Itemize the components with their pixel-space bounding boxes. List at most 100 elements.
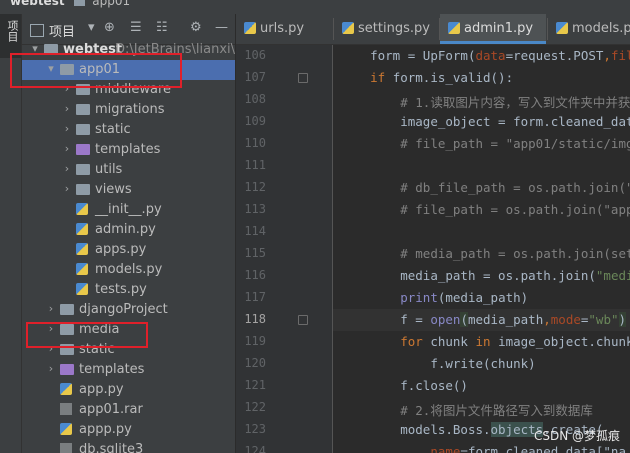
tree-item[interactable]: › templates [22,360,235,380]
code-line[interactable]: media_path = os.path.join("media [340,268,630,283]
tree-item[interactable]: db.sqlite3 [22,440,235,453]
code-line[interactable]: form = UpForm(data=request.POST,file [340,48,630,63]
chevron-right-icon[interactable]: › [46,362,56,375]
tree-item-label: static [79,342,115,357]
chevron-down-icon[interactable]: ▾ [46,62,56,75]
chevron-right-icon[interactable]: › [62,182,72,195]
chevron-right-icon[interactable]: › [62,142,72,155]
tree-item-label: static [95,122,131,137]
code-line[interactable]: # 2.将图片文件路径写入到数据库 [340,400,593,419]
code-line[interactable]: # file_path = "app01/static/img/ [340,136,630,151]
code-token: "media [595,268,630,283]
tree-item[interactable]: › static [22,120,235,140]
tree-item-label: views [95,182,132,197]
project-tool-window: 项目 ▾ ⊕ ☰ ☷ ⚙ — ▾ webtest D:\JetBrains\lian… [22,14,235,453]
folder-icon [60,304,74,315]
gear-icon[interactable]: ⚙ [190,20,202,35]
tree-item[interactable]: models.py [22,260,235,280]
fold-icon[interactable] [298,73,308,83]
python-file-icon [76,283,88,295]
tree-item[interactable]: › views [22,180,235,200]
editor-tab[interactable]: urls.py [236,14,332,44]
tree-item[interactable]: __init__.py [22,200,235,220]
editor-tab[interactable]: settings.py [334,14,438,44]
code-line[interactable]: name=form.cleaned_data["na [340,444,626,453]
code-token: f = [400,312,431,327]
editor-tab-label: models.py [572,21,630,36]
chevron-down-icon[interactable]: ▾ [88,20,95,35]
tree-item[interactable]: › media [22,320,235,340]
tree-item[interactable]: › migrations [22,100,235,120]
tree-item[interactable]: apps.py [22,240,235,260]
tree-item[interactable]: admin.py [22,220,235,240]
project-side-tab[interactable]: 项目 [0,14,21,58]
minimize-icon[interactable]: — [215,20,228,35]
chevron-down-icon[interactable]: ▾ [30,42,40,55]
code-line[interactable]: f = open(media_path,mode="wb") [340,312,627,327]
code-line[interactable]: image_object = form.cleaned_data [340,114,630,129]
code-token: f.write(chunk) [430,356,536,371]
code-line[interactable]: for chunk in image_object.chunks [340,334,630,349]
editor-tab[interactable]: admin1.py [440,14,546,44]
tree-item[interactable]: › templates [22,140,235,160]
chevron-right-icon[interactable]: › [62,82,72,95]
code-line[interactable]: # media_path = os.path.join(setti [340,246,630,261]
tree-item[interactable]: ▾ webtest D:\JetBrains\lianxi\w [22,40,235,60]
chevron-right-icon[interactable]: › [62,162,72,175]
code-token: media_path [467,312,544,327]
tree-item[interactable]: app01.rar [22,400,235,420]
python-file-icon [244,22,256,34]
chevron-right-icon[interactable]: › [46,302,56,315]
folder-icon [76,104,90,115]
line-number: 107 [244,70,266,84]
file-icon [60,443,72,453]
tree-item[interactable]: tests.py [22,280,235,300]
tree-item-label: templates [95,142,161,157]
tree-item[interactable]: ▾ app01 [22,60,235,80]
code-line[interactable]: if form.is_valid(): [340,70,513,85]
code-token: chunk [430,334,476,349]
tree-item[interactable]: › middleware [22,80,235,100]
editor-tab[interactable]: models.py [548,14,630,44]
breadcrumb-project[interactable]: webtest [10,0,65,8]
chevron-right-icon[interactable]: › [46,322,56,335]
code-line[interactable]: f.write(chunk) [340,356,536,371]
python-file-icon [76,243,88,255]
code-line[interactable]: # db_file_path = os.path.join("st [340,180,630,195]
folder-icon [76,124,90,135]
breakpoint-area-icon[interactable] [298,315,308,325]
editor-tab-label: urls.py [260,21,305,36]
tree-item[interactable]: › djangoProject [22,300,235,320]
code-token: form.is_valid(): [392,70,514,85]
code-line[interactable]: # file_path = os.path.join("app0 [340,202,630,217]
tree-item[interactable]: › utils [22,160,235,180]
python-file-icon [556,22,568,34]
tree-item[interactable]: › static [22,340,235,360]
target-icon[interactable]: ⊕ [104,20,115,35]
breadcrumb-folder[interactable]: app01 [92,0,130,8]
tree-item[interactable]: app.py [22,380,235,400]
code-line[interactable]: # 1.读取图片内容，写入到文件夹中并获取文 [340,92,630,111]
templates-folder-icon [60,364,74,375]
code-line[interactable]: f.close() [340,378,468,393]
code-token: (media_path) [437,290,529,305]
tree-item[interactable]: appp.py [22,420,235,440]
chevron-right-icon[interactable]: › [46,342,56,355]
watermark: CSDN @梦孤痕 [533,429,620,443]
collapse-all-icon[interactable]: ☰ [130,20,142,35]
project-view-selector[interactable]: 项目 [30,21,75,40]
code-line[interactable]: print(media_path) [340,290,528,305]
folder-icon [60,324,74,335]
editor-tab-label: admin1.py [464,21,534,36]
chevron-right-icon[interactable]: › [62,102,72,115]
tree-item-label: apps.py [95,242,147,257]
chevron-right-icon[interactable]: › [62,122,72,135]
expand-all-icon[interactable]: ☷ [156,20,168,35]
tree-item-label: db.sqlite3 [79,442,144,453]
code-token: # 2.将图片文件路径写入到数据库 [400,403,593,418]
